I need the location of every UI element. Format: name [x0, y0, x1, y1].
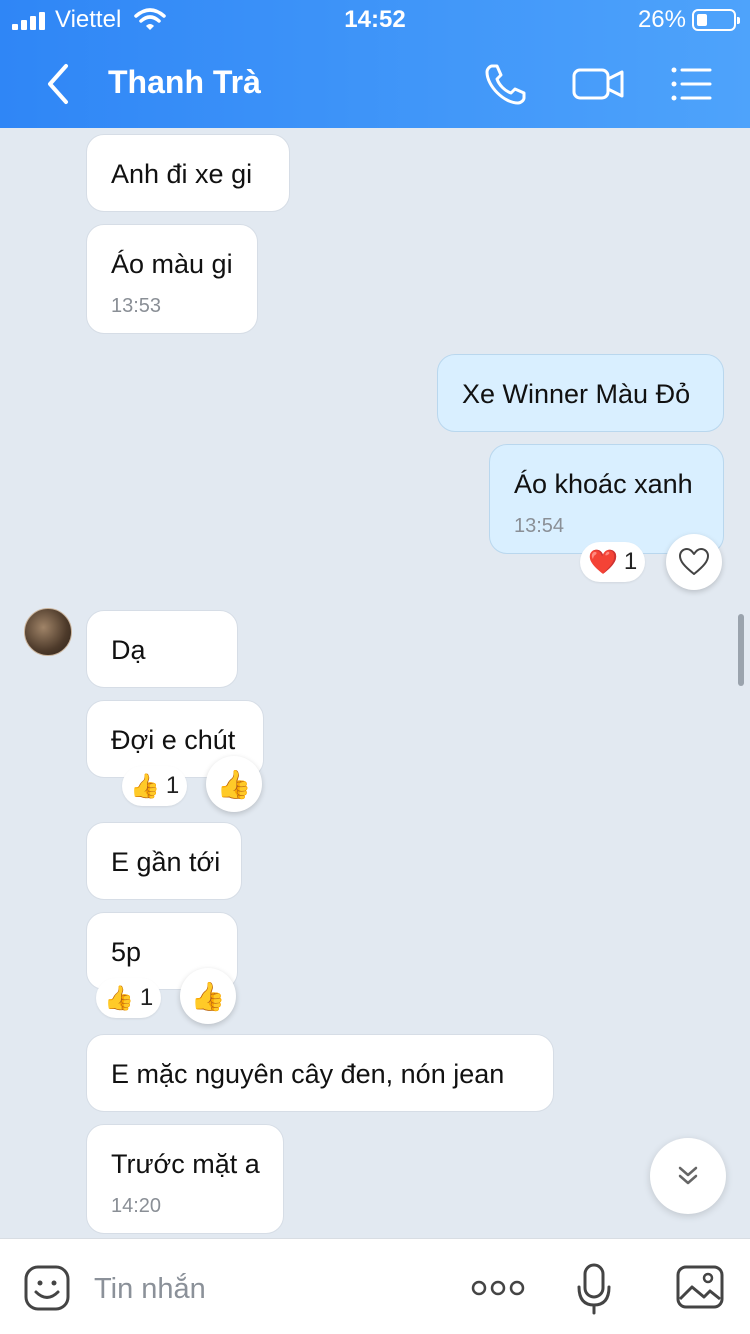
back-icon[interactable]	[36, 58, 82, 110]
phone-icon[interactable]	[478, 56, 534, 112]
thumbs-up-reaction-icon: 👍	[130, 772, 160, 800]
image-icon[interactable]	[674, 1261, 726, 1313]
reaction-summary[interactable]: ❤️ 1	[580, 542, 646, 582]
battery-percentage: 26%	[637, 6, 686, 33]
thumbs-up-reaction-icon: 👍	[104, 984, 134, 1012]
status-bar: Viettel 14:52 26%	[0, 0, 750, 40]
message-composer	[0, 1238, 750, 1334]
video-call-icon[interactable]	[570, 56, 626, 112]
double-chevron-down-icon	[678, 1166, 698, 1185]
contact-name[interactable]: Thanh Trà	[108, 64, 261, 101]
microphone-icon[interactable]	[574, 1261, 614, 1317]
message-list[interactable]: Anh đi xe gi Áo màu gi 13:53 Xe Winner M…	[0, 128, 750, 1238]
scroll-to-bottom-button[interactable]	[650, 1138, 726, 1214]
message-bubble[interactable]: Trước mặt a 14:20	[86, 1124, 284, 1234]
reaction-count: 1	[165, 772, 180, 799]
like-react-button[interactable]: 👍	[206, 756, 262, 812]
reaction-summary[interactable]: 👍 1	[96, 978, 162, 1018]
message-bubble[interactable]: Dạ	[86, 610, 238, 688]
header: Viettel 14:52 26% Thanh Trà	[0, 0, 750, 128]
message-timestamp: 13:53	[111, 295, 162, 317]
emoji-icon[interactable]	[22, 1263, 72, 1313]
message-input[interactable]	[94, 1269, 434, 1309]
message-bubble[interactable]: E mặc nguyên cây đen, nón jean	[86, 1034, 554, 1112]
thumbs-up-icon: 👍	[190, 980, 226, 1012]
message-bubble[interactable]: Áo màu gi 13:53	[86, 224, 258, 334]
heart-reaction-icon: ❤️	[588, 548, 618, 576]
message-timestamp: 13:54	[514, 515, 565, 537]
like-react-button[interactable]: 👍	[180, 968, 236, 1024]
reaction-count: 1	[139, 984, 154, 1011]
message-timestamp: 14:20	[111, 1195, 162, 1217]
contact-avatar[interactable]	[24, 608, 72, 656]
sent-message-bubble[interactable]: Xe Winner Màu Đỏ	[437, 354, 724, 432]
heart-react-button[interactable]	[666, 534, 722, 590]
list-menu-icon[interactable]	[664, 56, 720, 112]
reaction-count: 1	[623, 548, 638, 575]
heart-outline-icon	[679, 548, 709, 575]
message-bubble[interactable]: Anh đi xe gi	[86, 134, 290, 212]
more-options-icon[interactable]	[470, 1273, 526, 1303]
scrollbar[interactable]	[738, 614, 744, 686]
thumbs-up-icon: 👍	[216, 768, 252, 800]
reaction-summary[interactable]: 👍 1	[122, 766, 188, 806]
conversation-nav: Thanh Trà	[0, 40, 750, 128]
battery-icon	[692, 9, 740, 31]
message-bubble[interactable]: E gần tới	[86, 822, 242, 900]
